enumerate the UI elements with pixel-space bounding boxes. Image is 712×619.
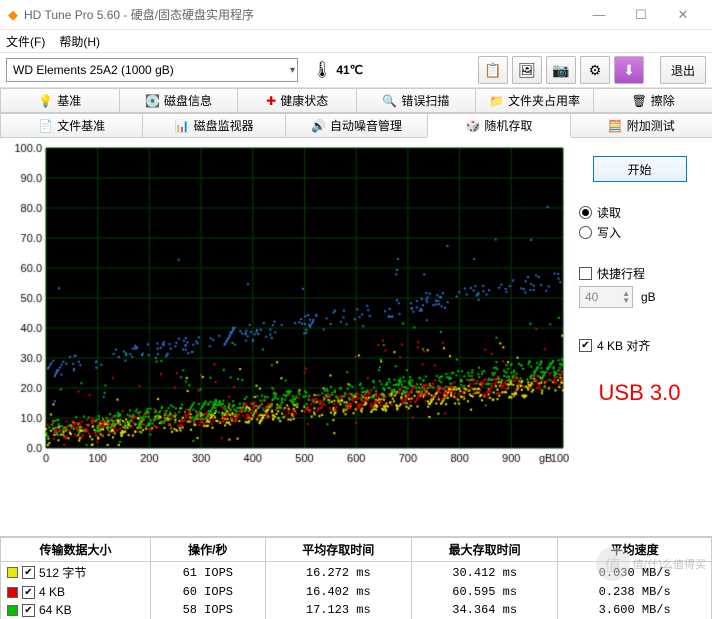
trash-icon: 🗑 <box>632 94 647 108</box>
col-max: 最大存取时间 <box>411 538 557 562</box>
file-icon: 📄 <box>38 119 53 133</box>
thermometer-icon: 🌡 <box>312 60 332 80</box>
start-button[interactable]: 开始 <box>593 156 687 182</box>
table-row: ✔ 64 KB 58 IOPS 17.123 ms 34.364 ms 3.600… <box>1 601 712 619</box>
search-icon: 🔍 <box>382 94 397 108</box>
checkbox-icon <box>579 267 592 280</box>
size-unit: gB <box>641 290 656 304</box>
checkbox-checked-icon: ✔ <box>579 339 592 352</box>
tabs-row-1: 💡基准 💽磁盘信息 ✚健康状态 🔍错误扫描 📁文件夹占用率 🗑擦除 <box>0 88 712 113</box>
cell-iops: 60 IOPS <box>151 583 266 601</box>
cell-avg: 16.272 ms <box>265 562 411 584</box>
tab-random[interactable]: 🎲随机存取 <box>427 113 570 137</box>
random-icon: 🎲 <box>465 119 480 133</box>
check-shortstroke[interactable]: 快捷行程 <box>579 265 700 282</box>
minimize-button[interactable]: — <box>578 7 620 22</box>
cell-speed: 3.600 MB/s <box>558 601 712 619</box>
window-title: HD Tune Pro 5.60 - 硬盘/固态硬盘实用程序 <box>24 6 578 23</box>
tab-info[interactable]: 💽磁盘信息 <box>119 88 239 112</box>
cell-max: 30.412 ms <box>411 562 557 584</box>
row-label: 512 字节 <box>39 564 86 581</box>
scatter-chart <box>2 140 569 470</box>
color-swatch-icon <box>7 567 18 578</box>
exit-button[interactable]: 退出 <box>660 56 706 84</box>
save-button[interactable]: ⬇ <box>614 56 644 84</box>
col-size: 传输数据大小 <box>1 538 151 562</box>
cell-max: 34.364 ms <box>411 601 557 619</box>
tab-erase[interactable]: 🗑擦除 <box>593 88 712 112</box>
watermark-icon: 值 <box>596 547 630 581</box>
radio-circle-icon <box>579 226 592 239</box>
sound-icon: 🔊 <box>311 119 326 133</box>
cell-iops: 61 IOPS <box>151 562 266 584</box>
watermark: 值 值(什)么值得买 <box>596 547 706 581</box>
col-avg: 平均存取时间 <box>265 538 411 562</box>
monitor-icon: 📊 <box>175 119 190 133</box>
app-icon: ◆ <box>8 7 18 23</box>
titlebar: ◆ HD Tune Pro 5.60 - 硬盘/固态硬盘实用程序 — ☐ ✕ <box>0 0 712 30</box>
drive-select-value: WD Elements 25A2 (1000 gB) <box>13 63 174 77</box>
chart-area <box>2 140 569 534</box>
tab-benchmark[interactable]: 💡基准 <box>0 88 120 112</box>
tabs-row-2: 📄文件基准 📊磁盘监视器 🔊自动噪音管理 🎲随机存取 🧮附加测试 <box>0 113 712 138</box>
color-swatch-icon <box>7 587 18 598</box>
menu-file[interactable]: 文件(F) <box>6 33 45 50</box>
check-4kb-align[interactable]: ✔4 KB 对齐 <box>579 337 700 354</box>
cell-speed: 0.238 MB/s <box>558 583 712 601</box>
checkbox-checked-icon[interactable]: ✔ <box>22 586 35 599</box>
menubar: 文件(F) 帮助(H) <box>0 30 712 52</box>
maximize-button[interactable]: ☐ <box>620 7 662 23</box>
tab-health[interactable]: ✚健康状态 <box>237 88 357 112</box>
tab-folderusage[interactable]: 📁文件夹占用率 <box>475 88 595 112</box>
chevron-down-icon: ▾ <box>290 65 295 76</box>
toolbar: WD Elements 25A2 (1000 gB) ▾ 🌡 41℃ 📋 🖼 📷… <box>0 52 712 88</box>
cell-iops: 58 IOPS <box>151 601 266 619</box>
side-panel: 开始 读取 写入 快捷行程 40▲▼ gB ✔4 KB 对齐 USB 3.0 <box>569 140 710 534</box>
menu-help[interactable]: 帮助(H) <box>59 33 100 50</box>
content-area: 开始 读取 写入 快捷行程 40▲▼ gB ✔4 KB 对齐 USB 3.0 <box>0 138 712 536</box>
camera-button[interactable]: 📷 <box>546 56 576 84</box>
cell-avg: 16.402 ms <box>265 583 411 601</box>
spinner-icon: ▲▼ <box>622 290 630 304</box>
temperature-value: 41℃ <box>336 63 363 77</box>
close-button[interactable]: ✕ <box>662 7 704 23</box>
screenshot-button[interactable]: 🖼 <box>512 56 542 84</box>
bulb-icon: 💡 <box>38 94 53 108</box>
folder-icon: 📁 <box>489 94 504 108</box>
tab-extra[interactable]: 🧮附加测试 <box>570 113 712 137</box>
drive-select[interactable]: WD Elements 25A2 (1000 gB) ▾ <box>6 58 298 82</box>
cell-max: 60.595 ms <box>411 583 557 601</box>
tab-aam[interactable]: 🔊自动噪音管理 <box>285 113 428 137</box>
copy-text-button[interactable]: 📋 <box>478 56 508 84</box>
cell-avg: 17.123 ms <box>265 601 411 619</box>
radio-write[interactable]: 写入 <box>579 224 700 241</box>
settings-button[interactable]: ⚙ <box>580 56 610 84</box>
radio-read[interactable]: 读取 <box>579 204 700 221</box>
calc-icon: 🧮 <box>608 119 623 133</box>
color-swatch-icon <box>7 605 18 616</box>
row-label: 64 KB <box>39 603 72 617</box>
checkbox-checked-icon[interactable]: ✔ <box>22 566 35 579</box>
tab-monitor[interactable]: 📊磁盘监视器 <box>142 113 285 137</box>
shortstroke-size-input[interactable]: 40▲▼ <box>579 286 633 308</box>
health-icon: ✚ <box>266 94 276 108</box>
row-label: 4 KB <box>39 585 65 599</box>
radio-dot-icon <box>579 206 592 219</box>
usb-label: USB 3.0 <box>579 380 700 406</box>
disk-icon: 💽 <box>145 94 160 108</box>
tab-filebench[interactable]: 📄文件基准 <box>0 113 143 137</box>
tab-errorscan[interactable]: 🔍错误扫描 <box>356 88 476 112</box>
table-row: ✔ 4 KB 60 IOPS 16.402 ms 60.595 ms 0.238 … <box>1 583 712 601</box>
checkbox-checked-icon[interactable]: ✔ <box>22 604 35 617</box>
col-iops: 操作/秒 <box>151 538 266 562</box>
temperature-display: 🌡 41℃ <box>312 60 363 80</box>
